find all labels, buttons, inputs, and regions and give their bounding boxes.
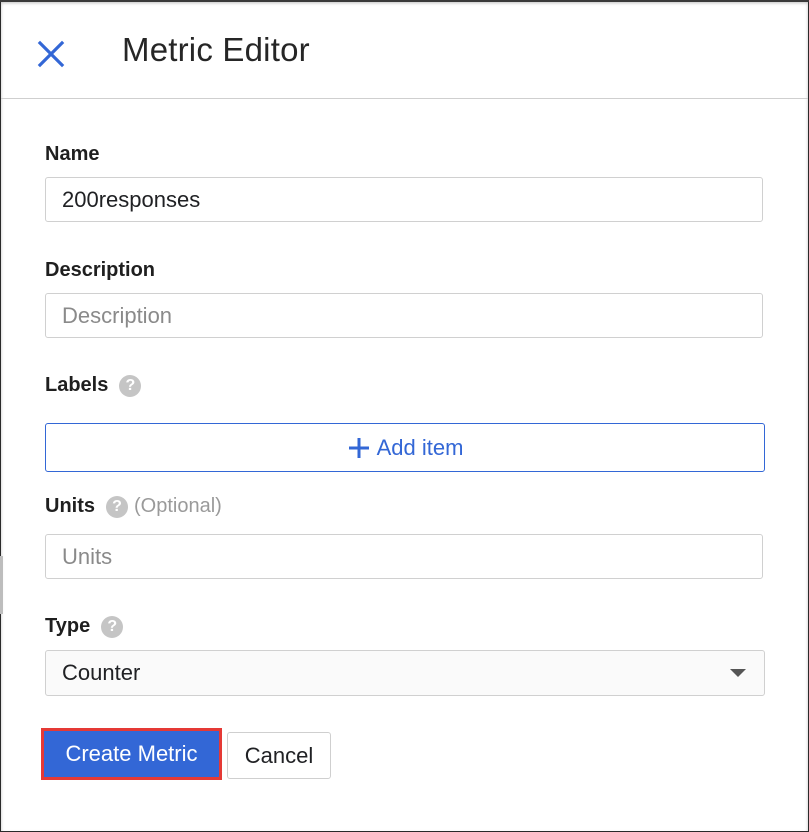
close-button[interactable] xyxy=(31,34,71,74)
dropdown-arrow-icon xyxy=(730,669,746,677)
labels-label-text: Labels xyxy=(45,374,109,396)
window-edge-mark xyxy=(0,556,3,614)
description-label-text: Description xyxy=(45,259,156,281)
description-input[interactable] xyxy=(45,293,763,338)
add-item-button[interactable]: Add item xyxy=(45,423,765,472)
help-icon[interactable]: ? xyxy=(119,374,142,397)
type-label: Type ? xyxy=(45,615,124,638)
metric-editor-dialog: Metric Editor Name Description Labels ? … xyxy=(0,0,809,832)
description-label: Description xyxy=(45,259,155,282)
help-icon[interactable]: ? xyxy=(101,615,124,638)
name-input[interactable] xyxy=(45,177,763,222)
type-label-text: Type xyxy=(45,615,91,637)
close-icon xyxy=(37,40,65,68)
type-selected-value: Counter xyxy=(62,660,141,685)
create-metric-button[interactable]: Create Metric xyxy=(41,728,222,780)
plus-icon xyxy=(348,437,369,458)
cancel-button[interactable]: Cancel xyxy=(227,732,331,779)
name-label-text: Name xyxy=(45,143,100,165)
dialog-title: Metric Editor xyxy=(122,31,310,68)
window-top-edge xyxy=(0,0,809,2)
name-label: Name xyxy=(45,143,99,166)
type-select[interactable]: Counter xyxy=(45,650,765,696)
labels-label: Labels ? xyxy=(45,374,142,397)
units-label: Units ? (Optional) xyxy=(45,495,222,518)
optional-hint: (Optional) xyxy=(134,495,222,517)
dialog-header: Metric Editor xyxy=(1,1,808,99)
units-input[interactable] xyxy=(45,534,763,579)
add-item-label: Add item xyxy=(376,434,464,460)
help-icon[interactable]: ? xyxy=(106,495,128,518)
units-label-text: Units xyxy=(45,495,95,517)
